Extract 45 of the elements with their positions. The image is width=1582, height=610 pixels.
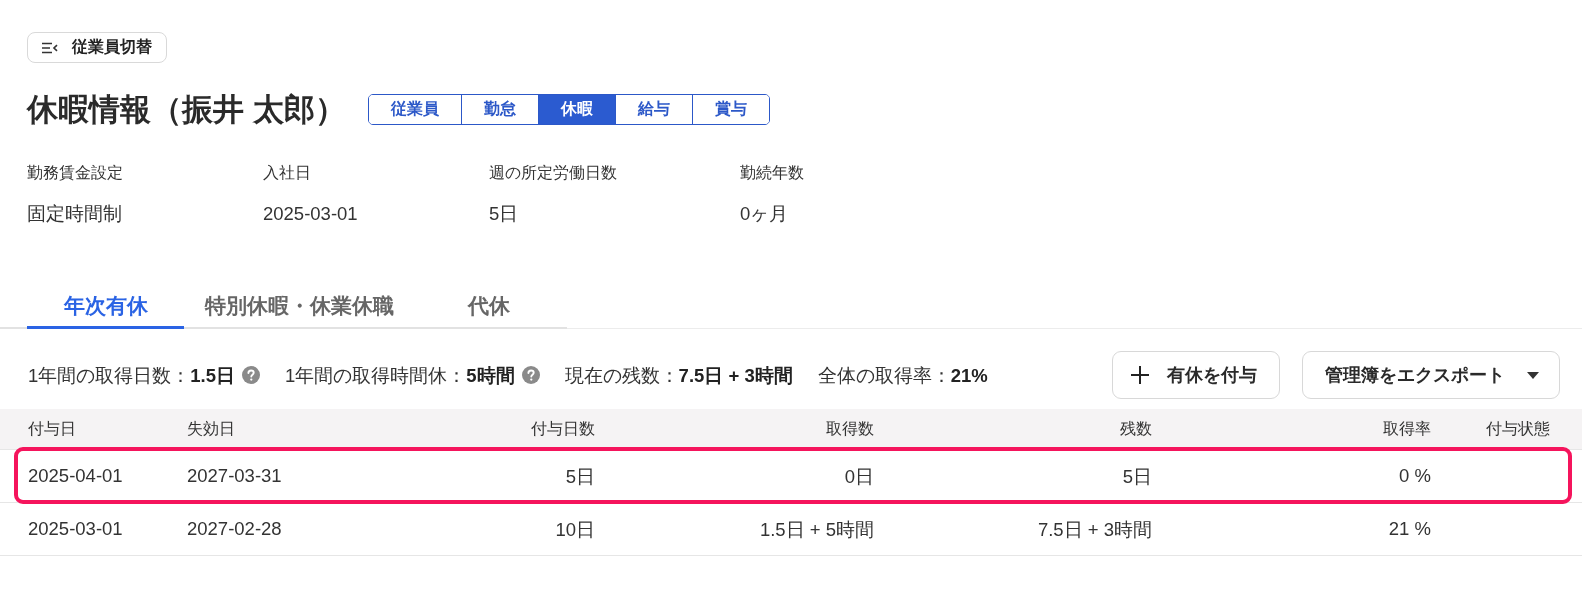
menu-chevron-icon <box>41 41 58 54</box>
plus-icon <box>1131 366 1149 384</box>
page-title: 休暇情報（振井 太郎） <box>27 90 346 129</box>
table-cell-text: 7.5日 + 3時間 <box>1036 517 1152 542</box>
summary-stat: 全体の取得率：21% <box>817 363 988 388</box>
table-cell-text: 2025-03-01 <box>28 518 124 540</box>
table-cell-text: 21 % <box>1387 518 1431 540</box>
help-icon[interactable] <box>242 366 260 384</box>
summary-stat: 1年間の取得時間休：5時間 <box>285 363 515 388</box>
table-cell-text: 0 % <box>1398 465 1431 487</box>
summary-stat: 現在の残数：7.5日 + 3時間 <box>564 363 793 388</box>
table-cell-text: 5日 <box>1121 464 1152 489</box>
info-label: 勤務賃金設定 <box>27 163 123 183</box>
table-cell-text: 1.5日 + 5時間 <box>758 517 874 542</box>
help-icon[interactable] <box>521 366 540 384</box>
table-cell-text: 5日 <box>564 464 595 489</box>
employee-switch-button[interactable]: 従業員切替 <box>27 32 167 63</box>
column-header: 取得数 <box>825 418 874 439</box>
section-tab[interactable]: 賞与 <box>691 95 769 124</box>
table-cell-text: 10日 <box>554 517 595 542</box>
section-tab[interactable]: 休暇 <box>537 95 615 124</box>
export-dropdown-button[interactable]: 管理簿をエクスポート <box>1302 351 1560 399</box>
table-cell-text: 2025-04-01 <box>28 465 124 487</box>
table-cell-text: 0日 <box>843 464 874 489</box>
info-label: 勤続年数 <box>740 163 804 183</box>
info-value: 5日 <box>489 202 519 226</box>
column-header: 失効日 <box>187 418 236 439</box>
column-header: 付与状態 <box>1485 418 1550 439</box>
info-value: 固定時間制 <box>27 202 122 226</box>
tab[interactable]: 代休 <box>414 282 564 329</box>
column-header: 付与日 <box>28 418 77 439</box>
info-label: 入社日 <box>263 163 311 183</box>
info-label: 週の所定労働日数 <box>489 163 617 183</box>
column-header: 付与日数 <box>530 418 595 439</box>
table-cell-text: 2027-03-31 <box>187 465 283 487</box>
info-value: 2025-03-01 <box>263 202 358 226</box>
grant-leave-button[interactable]: 有休を付与 <box>1112 351 1280 399</box>
tab[interactable]: 年次有休 <box>27 282 184 329</box>
column-header: 取得率 <box>1382 418 1431 439</box>
info-value: 0ヶ月 <box>740 202 789 226</box>
tab[interactable]: 特別休暇・休業休職 <box>184 282 414 329</box>
column-header: 残数 <box>1119 418 1152 439</box>
caret-down-icon <box>1527 371 1539 379</box>
table-cell-text: 2027-02-28 <box>187 518 283 540</box>
summary-stat: 1年間の取得日数：1.5日 <box>28 363 235 388</box>
